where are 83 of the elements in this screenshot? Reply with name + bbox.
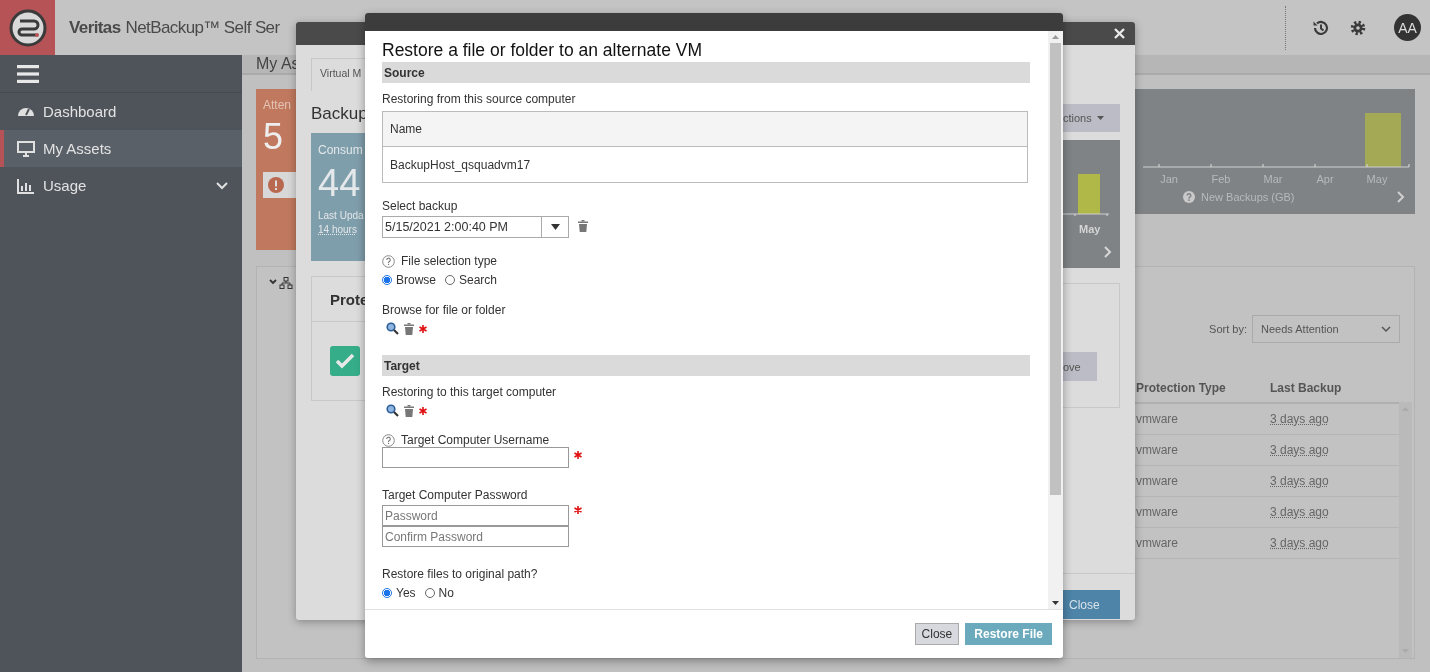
logo-icon [0,0,55,55]
remove-button[interactable]: ove [1063,352,1097,381]
close-button[interactable]: Close [914,623,960,645]
month-label: May [1079,223,1101,235]
card-label: Consum [318,143,364,157]
sort-dropdown[interactable]: Needs Attention [1252,315,1400,343]
table-cell-text: vmware [1135,412,1179,426]
delete-icon[interactable] [578,219,588,232]
radio-button[interactable]: No [424,586,454,600]
caret-icon [1096,116,1104,120]
delete-icon[interactable] [404,322,414,335]
help-icon[interactable] [382,254,395,268]
table-cell-text: BackupHost_qsquadvm17 [389,156,532,174]
scrollbar[interactable] [1048,31,1063,609]
attention-card[interactable]: Atten 5 [256,89,296,250]
help-icon[interactable] [382,433,395,447]
search-icon[interactable] [386,404,399,417]
user-avatar[interactable]: AA [1394,14,1421,41]
table-cell: 3 days ago [1270,474,1329,488]
table-cell: 3 days ago [1270,443,1329,457]
column-header[interactable]: Last Backup [1270,380,1342,395]
chevron-down-icon [1381,325,1391,333]
table-cell-text: vmware [1135,474,1179,488]
username-field[interactable] [382,447,569,468]
chevron-right-icon[interactable] [1397,191,1405,203]
column-header[interactable]: Protection Type [1135,380,1270,395]
close-button[interactable]: Close [1063,590,1120,619]
table-cell-text: vmware [1135,536,1179,550]
password-field[interactable]: Password [382,505,569,526]
table-cell: 3 days ago [1270,412,1329,426]
section-header: Source [382,62,1030,83]
menu-icon[interactable] [17,64,39,83]
field-label: Select backup [382,199,458,213]
chevron-down-icon[interactable] [216,181,228,190]
field-label: File selection type [401,254,498,268]
scroll-up-icon[interactable] [1052,35,1059,39]
scroll-down-icon[interactable] [1052,601,1059,605]
close-icon[interactable] [1114,28,1125,39]
backup-dropdown[interactable]: 5/15/2021 2:00:40 PM [382,216,569,238]
month-label: Feb [1210,173,1232,185]
caret-icon [550,224,560,230]
field-label: Restoring from this source computer [382,92,576,106]
chevron-right-icon[interactable] [1104,246,1112,258]
table-cell: 3 days ago [1270,536,1329,550]
actions-button[interactable]: ctions [1063,104,1120,132]
delete-icon[interactable] [404,404,414,417]
sidebar-item[interactable]: Usage [0,167,242,204]
radio-button[interactable]: Yes [382,586,416,600]
settings-icon[interactable] [1350,19,1366,36]
sidebar-item[interactable]: Dashboard [0,93,242,130]
radio-button[interactable]: Search [445,273,498,287]
table-cell-text: vmware [1135,443,1179,457]
card-value: 44 [318,162,362,205]
field-label: Target Computer Username [401,433,550,447]
chart-caption: New Backups (GB) [1201,191,1296,203]
search-icon[interactable] [386,322,399,335]
field-label: Target Computer Password [382,488,528,502]
attention-count: 5 [263,116,285,158]
brand-name: Veritas [69,17,121,38]
field-label: Browse for file or folder [382,303,506,317]
confirm-password-field[interactable]: Confirm Password [382,526,569,547]
table-cell-text: vmware [1135,505,1179,519]
alert-icon [268,177,284,193]
field-label: Restore files to original path? [382,567,538,581]
last-updated-label: Last Upda [318,210,365,221]
sidebar-item[interactable]: My Assets [0,130,242,167]
gauge-icon [17,106,35,117]
field-label: Restoring to this target computer [382,385,557,399]
monitor-icon [17,140,35,157]
product-name: NetBackup™ Self Ser [125,17,280,38]
attention-label: Atten [263,98,293,112]
check-icon [330,346,360,376]
table-cell: 3 days ago [1270,505,1329,519]
sort-label: Sort by: [1209,323,1247,335]
help-icon[interactable] [1183,191,1195,203]
dialog-title: Restore a file or folder to an alternate VM [382,40,703,61]
hierarchy-icon[interactable] [269,277,295,289]
history-icon[interactable] [1312,18,1330,37]
section-header: Target [382,355,1030,376]
radio-button[interactable]: Browse [382,273,436,287]
bar-chart-icon [17,177,35,194]
column-header: Name [383,112,1027,147]
month-label: Apr [1315,173,1335,185]
